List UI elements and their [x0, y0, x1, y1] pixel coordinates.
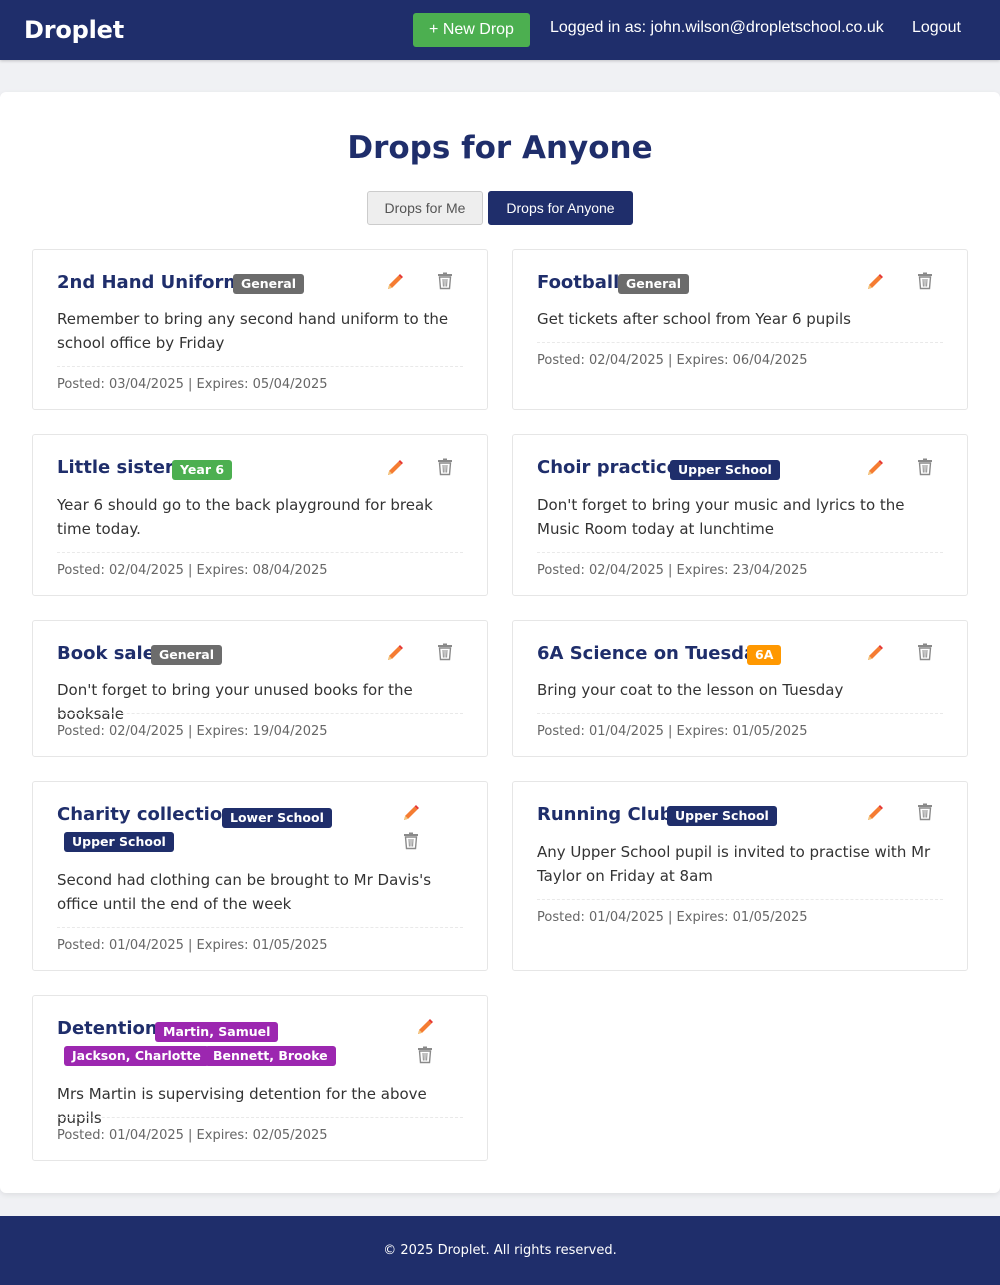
drop-text: Remember to bring any second hand unifor… — [57, 310, 449, 352]
drop-dates: Posted: 02/04/2025 | Expires: 19/04/2025 — [57, 724, 328, 739]
drop-card: Football General Get tickets after schoo… — [512, 249, 968, 410]
trash-icon[interactable] — [435, 457, 455, 477]
drop-dates: Posted: 01/04/2025 | Expires: 01/05/2025 — [57, 938, 328, 953]
drop-tag: Upper School — [64, 832, 174, 852]
pencil-icon[interactable] — [385, 643, 405, 663]
trash-icon[interactable] — [915, 802, 935, 822]
card-divider — [57, 713, 463, 714]
pencil-icon[interactable] — [415, 1017, 435, 1037]
drop-tag: Bennett, Brooke — [205, 1046, 336, 1066]
drop-tag: 6A — [747, 645, 782, 665]
trash-icon[interactable] — [401, 831, 421, 851]
drop-tag: General — [151, 645, 222, 665]
card-divider — [57, 366, 463, 367]
drop-card: 6A Science on Tuesday 6A Bring your coat… — [512, 620, 968, 757]
drop-text: Mrs Martin is supervising detention for … — [57, 1085, 427, 1127]
drop-dates: Posted: 03/04/2025 | Expires: 05/04/2025 — [57, 377, 328, 392]
drop-title: Book sale — [57, 643, 155, 664]
drop-card: Running Club Upper School Any Upper Scho… — [512, 781, 968, 971]
main-content: Drops for Anyone Drops for Me Drops for … — [0, 92, 1000, 1193]
pencil-icon[interactable] — [385, 272, 405, 292]
drop-tag: Lower School — [222, 808, 332, 828]
drop-text: Bring your coat to the lesson on Tuesday — [537, 681, 844, 699]
drop-tag: General — [233, 274, 304, 294]
tab-drops-for-me[interactable]: Drops for Me — [367, 191, 483, 225]
drop-title: Charity collection — [57, 804, 236, 825]
drop-dates: Posted: 01/04/2025 | Expires: 02/05/2025 — [57, 1128, 328, 1143]
drop-dates: Posted: 01/04/2025 | Expires: 01/05/2025 — [537, 910, 808, 925]
drop-tag: Year 6 — [172, 460, 233, 480]
pencil-icon[interactable] — [401, 803, 421, 823]
card-divider — [537, 899, 943, 900]
brand-logo[interactable]: Droplet — [24, 16, 124, 44]
drop-title: 2nd Hand Uniform — [57, 272, 243, 293]
trash-icon[interactable] — [435, 642, 455, 662]
drop-title: Football — [537, 272, 620, 293]
drop-tag: Upper School — [667, 806, 777, 826]
logout-link[interactable]: Logout — [912, 19, 961, 37]
drop-title: Running Club — [537, 804, 673, 825]
logged-in-user-label: Logged in as: john.wilson@dropletschool.… — [550, 19, 884, 36]
drop-dates: Posted: 02/04/2025 | Expires: 08/04/2025 — [57, 563, 328, 578]
card-divider — [57, 552, 463, 553]
drop-tag: Jackson, Charlotte — [64, 1046, 209, 1066]
tab-drops-for-anyone[interactable]: Drops for Anyone — [488, 191, 633, 225]
drop-tag: Upper School — [670, 460, 780, 480]
card-divider — [537, 713, 943, 714]
drop-title: Detention — [57, 1018, 158, 1039]
drop-dates: Posted: 02/04/2025 | Expires: 06/04/2025 — [537, 353, 808, 368]
pencil-icon[interactable] — [385, 458, 405, 478]
drop-text: Year 6 should go to the back playground … — [57, 496, 433, 538]
drop-text: Any Upper School pupil is invited to pra… — [537, 843, 931, 885]
drop-card: Little sisters Year 6 Year 6 should go t… — [32, 434, 488, 596]
trash-icon[interactable] — [915, 271, 935, 291]
drop-text: Second had clothing can be brought to Mr… — [57, 871, 432, 913]
drop-card: Book sale General Don't forget to bring … — [32, 620, 488, 757]
pencil-icon[interactable] — [865, 803, 885, 823]
trash-icon[interactable] — [915, 457, 935, 477]
drop-tag: Martin, Samuel — [155, 1022, 279, 1042]
card-divider — [537, 552, 943, 553]
drop-card: Charity collection Lower School Upper Sc… — [32, 781, 488, 971]
drop-title: 6A Science on Tuesday — [537, 643, 768, 664]
card-divider — [57, 927, 463, 928]
card-divider — [57, 1117, 463, 1118]
drop-card: 2nd Hand Uniform General Remember to bri… — [32, 249, 488, 410]
copyright-text: © 2025 Droplet. All rights reserved. — [383, 1243, 617, 1258]
drop-tag: General — [618, 274, 689, 294]
trash-icon[interactable] — [915, 642, 935, 662]
drop-text: Don't forget to bring your unused books … — [57, 681, 413, 723]
drop-title: Choir practice — [537, 457, 679, 478]
drop-card: Choir practice Upper School Don't forget… — [512, 434, 968, 596]
drop-title: Little sisters — [57, 457, 185, 478]
drop-dates: Posted: 02/04/2025 | Expires: 23/04/2025 — [537, 563, 808, 578]
footer: © 2025 Droplet. All rights reserved. — [0, 1216, 1000, 1285]
new-drop-button[interactable]: + New Drop — [413, 13, 530, 47]
pencil-icon[interactable] — [865, 272, 885, 292]
drop-card: Detention Martin, Samuel Jackson, Charlo… — [32, 995, 488, 1161]
drop-dates: Posted: 01/04/2025 | Expires: 01/05/2025 — [537, 724, 808, 739]
page-title: Drops for Anyone — [347, 130, 653, 166]
drop-text: Don't forget to bring your music and lyr… — [537, 496, 905, 538]
card-divider — [537, 342, 943, 343]
trash-icon[interactable] — [435, 271, 455, 291]
pencil-icon[interactable] — [865, 458, 885, 478]
trash-icon[interactable] — [415, 1045, 435, 1065]
pencil-icon[interactable] — [865, 643, 885, 663]
drop-text: Get tickets after school from Year 6 pup… — [537, 310, 851, 328]
top-navbar: Droplet + New Drop Logged in as: john.wi… — [0, 0, 1000, 60]
